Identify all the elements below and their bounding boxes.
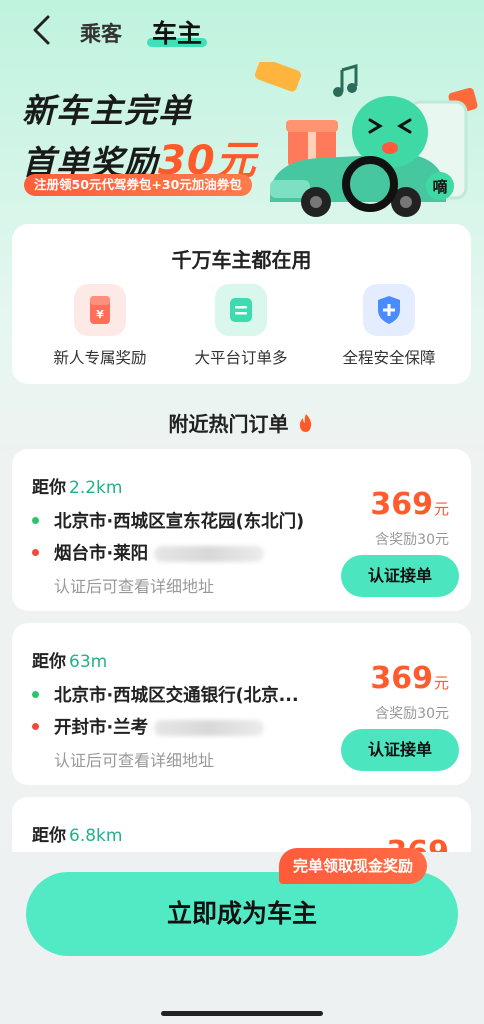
start-dot-icon <box>32 517 39 524</box>
order-distance: 距你 6.8km <box>32 821 122 846</box>
feature-safety: 全程安全保障 <box>319 284 459 368</box>
car-mascot-illustration: 嘀 <box>254 62 478 217</box>
document-icon <box>215 284 267 336</box>
banner-title-line1: 新车主完单 <box>22 91 192 130</box>
red-envelope-icon: ¥ <box>74 284 126 336</box>
order-to-address: 烟台市·莱阳 <box>54 540 320 565</box>
feature-label: 全程安全保障 <box>342 349 436 367</box>
home-indicator[interactable] <box>161 1011 323 1016</box>
address-hint: 认证后可查看详细地址 <box>54 751 215 770</box>
top-bar: 乘客 车主 <box>0 0 484 60</box>
distance-value: 6.8km <box>69 826 123 846</box>
order-distance: 距你 2.2km <box>32 473 122 498</box>
blurred-address <box>154 720 265 736</box>
promo-banner[interactable]: 新车主完单 首单奖励30元 注册领50元代驾券包+30元加油券包 嘀 <box>0 62 484 222</box>
become-driver-button[interactable]: 立即成为车主 <box>26 872 458 956</box>
feature-many-orders: 大平台订单多 <box>171 284 311 368</box>
order-to-address: 开封市·兰考 <box>54 714 320 739</box>
distance-value: 2.2km <box>69 478 123 498</box>
shield-plus-icon <box>363 284 415 336</box>
to-city: 开封市·兰考 <box>54 718 149 738</box>
banner-subtitle-pill: 注册领50元代驾券包+30元加油券包 <box>24 174 252 196</box>
end-dot-icon <box>32 549 39 556</box>
to-city: 烟台市·莱阳 <box>54 544 149 564</box>
accept-order-button[interactable]: 认证接单 <box>341 729 459 771</box>
distance-prefix: 距你 <box>32 478 66 498</box>
features-title: 千万车主都在用 <box>171 248 312 272</box>
blurred-address <box>154 546 265 562</box>
hot-orders-title: 附近热门订单 <box>0 408 484 437</box>
feature-label: 大平台订单多 <box>194 349 288 367</box>
cash-reward-bubble: 完单领取现金奖励 <box>279 848 428 884</box>
order-bonus: 含奖励30元 <box>375 532 449 548</box>
address-hint: 认证后可查看详细地址 <box>54 577 215 596</box>
end-dot-icon <box>32 723 39 730</box>
price-unit: 元 <box>433 500 449 518</box>
order-card[interactable]: 距你 63m 北京市·西城区交通银行(北京... 开封市·兰考 认证后可查看详细地… <box>12 623 471 785</box>
price-value: 369 <box>370 487 433 522</box>
distance-value: 63m <box>69 652 108 672</box>
feature-new-user-reward: ¥ 新人专属奖励 <box>30 284 170 368</box>
hot-orders-title-text: 附近热门订单 <box>168 412 289 436</box>
order-card[interactable]: 距你 2.2km 北京市·西城区宣东花园(东北门) 烟台市·莱阳 认证后可查看详细… <box>12 449 471 611</box>
svg-text:¥: ¥ <box>96 308 104 321</box>
order-price: 369元 <box>370 487 449 522</box>
tab-passenger[interactable]: 乘客 <box>80 18 122 48</box>
distance-prefix: 距你 <box>32 652 66 672</box>
fire-icon <box>300 414 312 432</box>
tab-driver[interactable]: 车主 <box>152 14 202 50</box>
feature-label: 新人专属奖励 <box>53 349 147 367</box>
order-distance: 距你 63m <box>32 647 107 672</box>
accept-order-button[interactable]: 认证接单 <box>341 555 459 597</box>
price-value: 369 <box>370 661 433 696</box>
order-from-address: 北京市·西城区宣东花园(东北门) <box>54 512 305 532</box>
order-from-address: 北京市·西城区交通银行(北京... <box>54 686 299 706</box>
banner-art-text: 嘀 <box>432 178 447 196</box>
distance-prefix: 距你 <box>32 826 66 846</box>
back-arrow-icon[interactable] <box>28 14 56 46</box>
order-price: 369元 <box>370 661 449 696</box>
order-bonus: 含奖励30元 <box>375 706 449 722</box>
start-dot-icon <box>32 691 39 698</box>
price-unit: 元 <box>433 674 449 692</box>
features-card: 千万车主都在用 ¥ 新人专属奖励 大平台订单多 全程安全保障 <box>12 224 471 384</box>
